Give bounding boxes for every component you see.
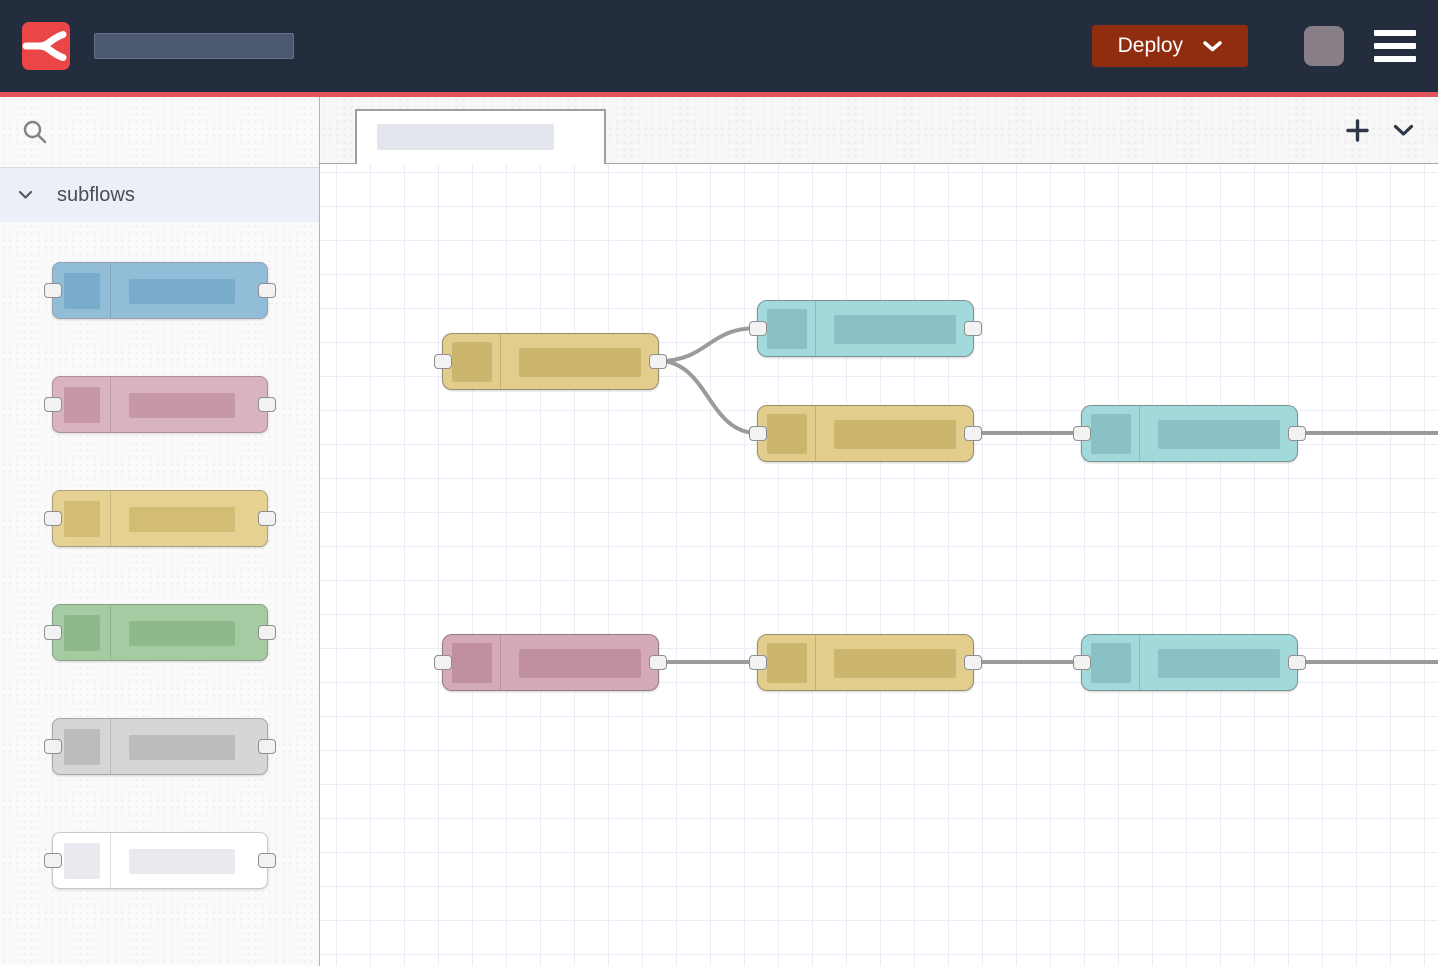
node-red-logo[interactable]	[22, 22, 70, 70]
flow-canvas[interactable]	[320, 164, 1438, 966]
node-port-input[interactable]	[44, 739, 62, 754]
node-port-input[interactable]	[749, 426, 767, 441]
node-port-input[interactable]	[1073, 655, 1091, 670]
node-port-input[interactable]	[44, 625, 62, 640]
flow-node-cyan-n2[interactable]	[757, 300, 974, 357]
flow-node-yellow-n1[interactable]	[442, 333, 659, 390]
search-icon	[22, 119, 48, 145]
node-port-output[interactable]	[964, 655, 982, 670]
node-icon	[64, 273, 100, 309]
chevron-down-icon	[1393, 124, 1414, 137]
node-label-placeholder	[1158, 420, 1280, 449]
main-layout: subflows	[0, 97, 1438, 966]
node-label-placeholder	[129, 621, 235, 646]
palette	[0, 222, 319, 889]
tab-actions	[1342, 97, 1418, 164]
deploy-label: Deploy	[1118, 34, 1183, 58]
node-port-output[interactable]	[258, 397, 276, 412]
node-icon	[64, 615, 100, 651]
node-label-placeholder	[1158, 649, 1280, 678]
palette-section-subflows[interactable]: subflows	[0, 168, 319, 222]
node-port-input[interactable]	[434, 655, 452, 670]
node-icon	[452, 342, 492, 382]
header-title-placeholder	[94, 33, 294, 59]
hamburger-icon	[1374, 43, 1416, 49]
node-port-output[interactable]	[649, 655, 667, 670]
node-label-placeholder	[834, 420, 956, 449]
node-port-input[interactable]	[44, 283, 62, 298]
node-port-output[interactable]	[649, 354, 667, 369]
node-port-output[interactable]	[258, 511, 276, 526]
wire[interactable]	[659, 328, 757, 361]
avatar[interactable]	[1304, 26, 1344, 66]
node-label-placeholder	[129, 279, 235, 304]
node-label-placeholder	[129, 735, 235, 760]
node-port-input[interactable]	[749, 655, 767, 670]
node-label-placeholder	[834, 315, 956, 344]
node-port-input[interactable]	[434, 354, 452, 369]
node-port-output[interactable]	[258, 853, 276, 868]
flow-node-pink-n5[interactable]	[442, 634, 659, 691]
node-icon	[64, 729, 100, 765]
flow-list-button[interactable]	[1389, 120, 1418, 141]
node-port-input[interactable]	[749, 321, 767, 336]
node-port-input[interactable]	[44, 511, 62, 526]
node-icon	[64, 387, 100, 423]
chevron-down-icon	[18, 190, 33, 200]
hamburger-icon	[1374, 56, 1416, 62]
palette-sidebar: subflows	[0, 97, 320, 966]
node-icon	[767, 414, 807, 454]
flow-node-cyan-n7[interactable]	[1081, 634, 1298, 691]
node-label-placeholder	[129, 849, 235, 874]
deploy-button[interactable]: Deploy	[1092, 25, 1248, 67]
node-label-placeholder	[129, 507, 235, 532]
flow-node-yellow-n3[interactable]	[757, 405, 974, 462]
tab-flow-active[interactable]	[355, 109, 606, 164]
node-port-input[interactable]	[44, 397, 62, 412]
node-red-branch-icon	[22, 22, 70, 70]
node-port-output[interactable]	[964, 321, 982, 336]
palette-node-blue[interactable]	[52, 262, 268, 319]
chevron-down-icon	[1203, 41, 1222, 52]
add-flow-button[interactable]	[1342, 115, 1373, 146]
hamburger-icon	[1374, 30, 1416, 36]
node-port-output[interactable]	[964, 426, 982, 441]
tab-bar	[320, 97, 1438, 164]
node-label-placeholder	[834, 649, 956, 678]
wire-layer	[320, 164, 1438, 966]
node-port-output[interactable]	[1288, 426, 1306, 441]
tab-label-placeholder	[377, 124, 554, 150]
node-port-output[interactable]	[258, 283, 276, 298]
node-port-output[interactable]	[1288, 655, 1306, 670]
node-icon	[1091, 643, 1131, 683]
node-label-placeholder	[129, 393, 235, 418]
palette-node-yellow[interactable]	[52, 490, 268, 547]
node-icon	[767, 643, 807, 683]
palette-node-white[interactable]	[52, 832, 268, 889]
plus-icon	[1346, 119, 1369, 142]
node-label-placeholder	[519, 649, 641, 678]
palette-node-green[interactable]	[52, 604, 268, 661]
menu-button[interactable]	[1374, 26, 1416, 66]
node-icon	[767, 309, 807, 349]
flow-node-cyan-n4[interactable]	[1081, 405, 1298, 462]
node-port-input[interactable]	[1073, 426, 1091, 441]
node-icon	[64, 501, 100, 537]
wire[interactable]	[659, 361, 757, 433]
node-port-output[interactable]	[258, 625, 276, 640]
palette-node-gray[interactable]	[52, 718, 268, 775]
node-port-output[interactable]	[258, 739, 276, 754]
node-icon	[64, 843, 100, 879]
node-icon	[1091, 414, 1131, 454]
workspace	[320, 97, 1438, 966]
header: Deploy	[0, 0, 1438, 97]
section-label: subflows	[57, 184, 135, 207]
node-icon	[452, 643, 492, 683]
palette-node-pink[interactable]	[52, 376, 268, 433]
node-port-input[interactable]	[44, 853, 62, 868]
flow-node-yellow-n6[interactable]	[757, 634, 974, 691]
palette-search[interactable]	[0, 97, 319, 168]
node-label-placeholder	[519, 348, 641, 377]
